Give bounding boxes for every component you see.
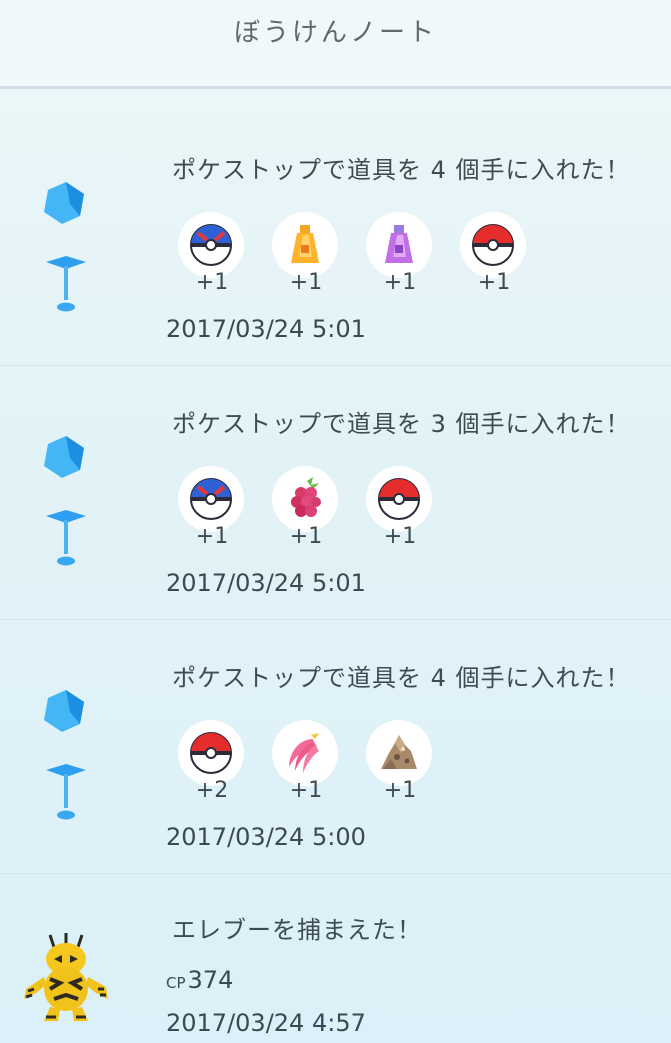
item-poke-ball: +1 [460, 212, 528, 302]
super-potion-icon [385, 225, 413, 263]
item-poke-ball: +2 [178, 720, 246, 810]
entry-timestamp: 2017/03/24 4:57 [166, 1009, 366, 1037]
entry-description: ポケストップで道具を 4 個手に入れた！ [172, 664, 631, 692]
poke-ball-icon [472, 224, 514, 266]
item-potion: +1 [272, 212, 340, 302]
item-count: +1 [383, 524, 417, 549]
item-poke-ball: +1 [366, 466, 434, 556]
cp-value: 374 [187, 966, 234, 994]
entry-description: ポケストップで道具を 4 個手に入れた！ [172, 156, 631, 184]
item-count: +2 [195, 778, 229, 803]
item-count: +1 [195, 524, 229, 549]
entry-timestamp: 2017/03/24 5:01 [166, 569, 366, 597]
item-great-ball: +1 [178, 466, 246, 556]
item-great-ball: +1 [178, 212, 246, 302]
poke-ball-icon [378, 478, 420, 520]
item-count: +1 [383, 778, 417, 803]
potion-icon [291, 225, 319, 263]
journal-entry[interactable]: ポケストップで道具を 3 個手に入れた！ +1 +1 +1 2017/03/24… [0, 366, 671, 620]
app-header: ぼうけんノート [0, 0, 671, 89]
journal-entry[interactable]: ポケストップで道具を 4 個手に入れた！ +1 +1 +1 +1 2017/03… [0, 112, 671, 366]
entry-description: エレブーを捕まえた！ [172, 916, 422, 944]
item-super-potion: +1 [366, 212, 434, 302]
item-evolution: +1 [366, 720, 434, 810]
entry-timestamp: 2017/03/24 5:01 [166, 315, 366, 343]
cp-label: CP [166, 974, 186, 992]
item-count: +1 [383, 270, 417, 295]
page-title: ぼうけんノート [233, 18, 437, 48]
journal-entry[interactable]: エレブーを捕まえた！ CP374 2017/03/24 4:57 [0, 874, 671, 1043]
journal-entry[interactable]: ポケストップで道具を 4 個手に入れた！ +2 +1 +1 2017/03/24… [0, 620, 671, 874]
item-count: +1 [289, 524, 323, 549]
electabuzz-icon [24, 933, 108, 1021]
pokestop-icon [44, 690, 86, 820]
entry-timestamp: 2017/03/24 5:00 [166, 823, 366, 851]
poke-ball-icon [190, 732, 232, 774]
item-count: +1 [289, 270, 323, 295]
item-nanab-berry: +1 [272, 720, 340, 810]
pokestop-icon [44, 436, 86, 566]
great-ball-icon [190, 478, 232, 520]
great-ball-icon [190, 224, 232, 266]
nanab-berry-icon [289, 733, 319, 773]
pokestop-icon [44, 182, 86, 312]
entry-description: ポケストップで道具を 3 個手に入れた！ [172, 410, 631, 438]
evolution-item-icon [381, 735, 417, 769]
item-razz-berry: +1 [272, 466, 340, 556]
item-count: +1 [477, 270, 511, 295]
item-count: +1 [195, 270, 229, 295]
combat-power: CP374 [166, 966, 233, 994]
item-count: +1 [289, 778, 323, 803]
razz-berry-icon [291, 477, 321, 517]
